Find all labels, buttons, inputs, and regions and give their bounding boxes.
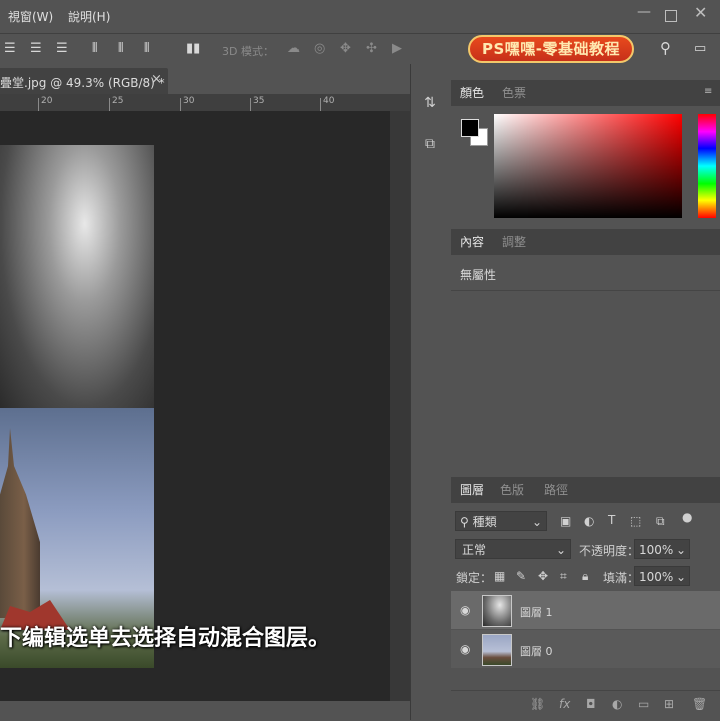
history-icon[interactable]: ⇅ <box>419 92 441 114</box>
ruler-tick <box>250 98 251 111</box>
align-top-icon[interactable]: ☰ <box>4 41 16 56</box>
blend-mode-value: 正常 <box>462 543 487 557</box>
ruler-label: 30 <box>183 96 195 106</box>
filter-toggle-icon[interactable]: ● <box>682 510 692 524</box>
maximize-icon[interactable] <box>665 10 677 22</box>
lock-label: 鎖定： <box>456 571 493 585</box>
ruler-tick <box>320 98 321 111</box>
divider <box>451 290 720 291</box>
adjustment-layer-icon[interactable]: ◐ <box>612 697 622 711</box>
visibility-eye-icon[interactable]: ◉ <box>460 642 470 656</box>
ruler-label: 35 <box>253 96 265 106</box>
filter-type-icon[interactable]: T <box>608 513 615 527</box>
hue-slider[interactable] <box>698 114 716 218</box>
tab-layers[interactable]: 圖層 <box>460 477 484 503</box>
align-left-icon[interactable]: ⫴ <box>92 41 97 56</box>
lock-all-icon[interactable]: 🔒︎ <box>582 569 588 584</box>
panel-dock <box>410 64 451 720</box>
tab-adjustments[interactable]: 調整 <box>502 229 526 255</box>
3d-pan-icon[interactable]: ✥ <box>340 41 351 56</box>
lock-artboard-icon[interactable]: ⌗ <box>560 569 567 584</box>
tab-color[interactable]: 顏色 <box>460 80 484 106</box>
layer-thumbnail <box>482 634 512 666</box>
tab-swatches[interactable]: 色票 <box>502 80 526 106</box>
foreground-color-swatch[interactable] <box>461 119 479 137</box>
3d-camera-icon[interactable]: ▶ <box>392 41 402 56</box>
layer-thumbnail <box>482 595 512 627</box>
filter-adjustment-icon[interactable]: ◐ <box>584 514 594 528</box>
search-icon[interactable]: ⚲ <box>660 39 671 57</box>
menu-help[interactable]: 說明(H) <box>68 8 110 25</box>
filter-shape-icon[interactable]: ⬚ <box>630 514 641 528</box>
filter-search-icon: ⚲ <box>460 515 469 529</box>
no-attributes-text: 無屬性 <box>460 268 497 282</box>
ruler-label: 40 <box>323 96 335 106</box>
3d-orbit-icon[interactable]: ☁ <box>287 41 300 56</box>
fx-icon[interactable]: fx <box>559 697 570 711</box>
opacity-value: 100% <box>639 543 674 557</box>
filter-pixel-icon[interactable]: ▣ <box>560 514 571 528</box>
new-layer-icon[interactable]: ⊞ <box>664 697 674 711</box>
minimize-icon[interactable]: — <box>637 4 651 20</box>
ruler-tick <box>38 98 39 111</box>
filter-kind-value: 種類 <box>472 515 497 529</box>
chevron-down-icon: ⌄ <box>675 570 686 584</box>
align-bottom-icon[interactable]: ☰ <box>56 41 68 56</box>
properties-panel-tabs <box>451 229 720 255</box>
distribute-icon[interactable]: ▮▮ <box>186 41 200 56</box>
filter-smartobject-icon[interactable]: ⧉ <box>656 514 665 529</box>
document-tab-title[interactable]: 疊堂.jpg @ 49.3% (RGB/8) * <box>0 74 165 91</box>
close-tab-icon[interactable]: × <box>151 72 162 87</box>
tab-paths[interactable]: 路徑 <box>544 477 568 503</box>
ruler-tick <box>180 98 181 111</box>
vertical-scrollbar[interactable] <box>390 111 410 701</box>
layer-name[interactable]: 圖層 0 <box>520 643 553 659</box>
layers-panel-tabs <box>451 477 720 503</box>
new-group-icon[interactable]: ▭ <box>638 697 649 711</box>
align-vcenter-icon[interactable]: ☰ <box>30 41 42 56</box>
video-subtitle: 下编辑选单去选择自动混合图层。 <box>0 626 331 651</box>
fill-value: 100% <box>639 570 674 584</box>
color-panel-tabs <box>451 80 720 106</box>
mode-3d-label: 3D 模式： <box>222 45 274 58</box>
3d-slide-icon[interactable]: ✣ <box>366 41 377 56</box>
tab-channels[interactable]: 色版 <box>500 477 524 503</box>
menu-view[interactable]: 視窗(W) <box>8 8 53 25</box>
visibility-eye-icon[interactable]: ◉ <box>460 603 470 617</box>
chevron-down-icon: ⌄ <box>675 543 686 557</box>
ruler-tick <box>109 98 110 111</box>
delete-layer-icon[interactable]: 🗑︎ <box>692 697 707 711</box>
ruler-label: 20 <box>41 96 53 106</box>
fill-input[interactable]: 100% ⌄ <box>634 566 690 586</box>
3d-roll-icon[interactable]: ◎ <box>314 41 325 56</box>
lock-transparent-icon[interactable]: ▦ <box>494 569 505 583</box>
lock-paint-icon[interactable]: ✎ <box>516 569 526 583</box>
add-mask-icon[interactable]: ◘ <box>586 697 596 711</box>
close-window-icon[interactable]: ✕ <box>694 3 707 22</box>
lock-move-icon[interactable]: ✥ <box>538 569 548 583</box>
ruler-label: 25 <box>112 96 124 106</box>
link-layers-icon[interactable]: ⛓ <box>530 697 545 711</box>
image-layer-sky <box>0 145 154 408</box>
horizontal-ruler <box>0 94 410 112</box>
opacity-label: 不透明度： <box>579 544 640 558</box>
opacity-input[interactable]: 100% ⌄ <box>634 539 690 559</box>
align-right-icon[interactable]: ⫴ <box>144 41 149 56</box>
chevron-down-icon: ⌄ <box>555 543 566 557</box>
layer-name[interactable]: 圖層 1 <box>520 604 553 620</box>
properties-panel <box>451 255 720 473</box>
chevron-down-icon: ⌄ <box>531 515 542 529</box>
blend-mode-select[interactable]: 正常 ⌄ <box>455 539 571 559</box>
layer-filter-select[interactable]: ⚲ 種類 ⌄ <box>455 511 547 531</box>
tab-properties[interactable]: 內容 <box>460 229 484 255</box>
workspace-icon[interactable]: ▭ <box>694 41 706 56</box>
brand-logo: PS嘿嘿-零基础教程 <box>468 35 634 63</box>
align-hcenter-icon[interactable]: ⫴ <box>118 41 123 56</box>
color-picker-field[interactable] <box>494 114 682 218</box>
properties-icon[interactable]: ⧉ <box>419 133 441 155</box>
panel-menu-icon[interactable]: ≡ <box>704 86 712 97</box>
